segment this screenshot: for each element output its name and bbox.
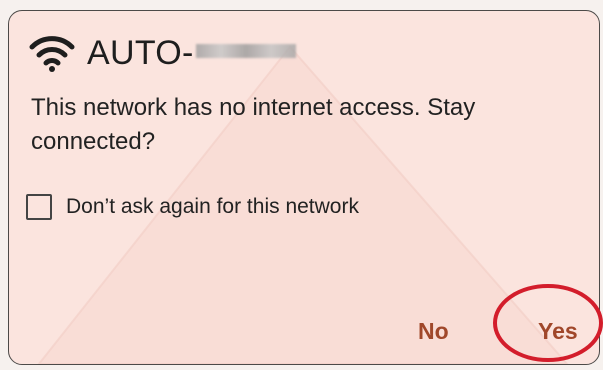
no-internet-dialog: AUTO- This network has no internet acces…	[8, 10, 600, 365]
no-button[interactable]: No	[418, 318, 449, 345]
dont-ask-again-label: Don’t ask again for this network	[66, 195, 359, 218]
redacted-network-suffix	[195, 44, 296, 58]
dialog-title-row: AUTO-	[29, 29, 296, 77]
network-name-title: AUTO-	[87, 33, 194, 72]
yes-button[interactable]: Yes	[538, 318, 578, 345]
dont-ask-again-checkbox[interactable]	[26, 194, 52, 220]
dont-ask-again-option[interactable]: Don’t ask again for this network	[26, 194, 359, 220]
wifi-icon	[29, 36, 75, 72]
dialog-message: This network has no internet access. Sta…	[31, 94, 476, 155]
